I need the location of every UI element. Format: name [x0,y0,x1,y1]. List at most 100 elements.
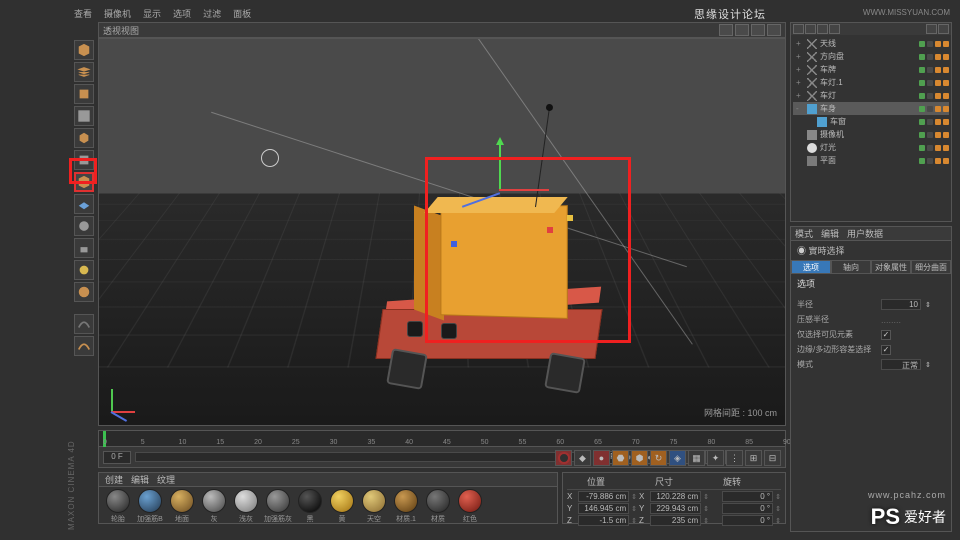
watermark-url: WWW.MISSYUAN.COM [863,8,950,17]
material-灰[interactable]: 灰 [199,489,229,524]
material-地面[interactable]: 地面 [167,489,197,524]
key-opt3[interactable]: ⊞ [745,450,762,466]
tick: 40 [405,439,413,446]
attr-edit[interactable]: 编辑 [821,227,839,240]
attr-tab-opts[interactable]: 选项 [791,260,831,274]
attr-section: 选项 [791,274,951,293]
material-manager: 创建 编辑 纹理 轮胎加强筋B地面灰浅灰加强筋灰黑黄天空材质.1材质红色 [98,472,558,524]
attr-边缘/多边形容差选择: 边缘/多边形容差选择✓ [797,342,945,357]
record-icons: ◆ ● ⬣ ⬢ ↻ ◈ ▦ ✦ ⋮ ⊞ ⊟ [555,450,781,466]
key-rot[interactable]: ↻ [650,450,667,466]
tool-plane[interactable] [74,194,94,214]
tick: 30 [330,439,338,446]
menu-camera[interactable]: 摄像机 [104,7,131,20]
vp-nav-3[interactable] [751,24,765,36]
timeline-ruler[interactable]: 051015202530354045505560657075808590 [99,431,785,447]
vp-nav-1[interactable] [719,24,733,36]
obj-btn[interactable] [805,24,816,34]
key-scale[interactable]: ⬢ [631,450,648,466]
attr-tab-axis[interactable]: 轴向 [831,260,871,274]
tick: 20 [254,439,262,446]
key-pla[interactable]: ▦ [688,450,705,466]
material-轮胎[interactable]: 轮胎 [103,489,133,524]
viewport-label: 透视视图 [103,24,139,37]
material-黄[interactable]: 黄 [327,489,357,524]
coordinates-panel: 位置 尺寸 旋转 X-79.886 cm⇕X120.228 cm⇕0 °⇕Y14… [562,472,786,524]
obj-方向盘[interactable]: +方向盘 [793,50,949,63]
highlight-box-tool [69,158,97,184]
tool-layers[interactable] [74,62,94,82]
watermark-pcahz: www.pcahz.com [868,490,946,500]
obj-车窗[interactable]: 车窗 [793,115,949,128]
object-manager: +天线+方向盘+车牌+车灯.1+车灯-车身车窗摄像机灯光平面 [790,22,952,222]
tool-primitive[interactable] [74,84,94,104]
tool-grid[interactable] [74,106,94,126]
attr-mode[interactable]: 模式 [795,227,813,240]
material-黑[interactable]: 黑 [295,489,325,524]
key-opt2[interactable]: ⋮ [726,450,743,466]
obj-车牌[interactable]: +车牌 [793,63,949,76]
obj-btn[interactable] [829,24,840,34]
tick: 35 [367,439,375,446]
obj-车身[interactable]: -车身 [793,102,949,115]
obj-摄像机[interactable]: 摄像机 [793,128,949,141]
menu-options[interactable]: 选项 [173,7,191,20]
obj-search[interactable] [926,24,937,34]
menu-panel[interactable]: 面板 [233,7,251,20]
obj-btn[interactable] [793,24,804,34]
material-加强筋灰[interactable]: 加强筋灰 [263,489,293,524]
menu-view[interactable]: 查看 [74,7,92,20]
tick: 50 [481,439,489,446]
key-opt4[interactable]: ⊟ [764,450,781,466]
tool-object[interactable] [74,128,94,148]
attribute-manager: 模式 编辑 用户数据 ◉ 實時选择 选项 轴向 对象属性 细分曲面 选项 半径1… [790,226,952,532]
mat-tab-create[interactable]: 创建 [105,473,123,486]
obj-灯光[interactable]: 灯光 [793,141,949,154]
obj-天线[interactable]: +天线 [793,37,949,50]
material-加强筋B[interactable]: 加强筋B [135,489,165,524]
mat-tab-edit[interactable]: 编辑 [131,473,149,486]
attr-tab-sds[interactable]: 细分曲面 [911,260,951,274]
tick: 60 [556,439,564,446]
vp-nav-2[interactable] [735,24,749,36]
tick: 80 [707,439,715,446]
tool-lock[interactable] [74,238,94,258]
coord-h-rot: 旋转 [723,475,741,488]
key-pos[interactable]: ⬣ [612,450,629,466]
obj-车灯.1[interactable]: +车灯.1 [793,76,949,89]
tool-cube[interactable] [74,40,94,60]
mat-tab-tex[interactable]: 纹理 [157,473,175,486]
obj-btn[interactable] [817,24,828,34]
coord-row-Y: Y146.945 cm⇕Y229.943 cm⇕0 °⇕ [567,503,781,514]
attr-模式: 模式正常⇕ [797,357,945,372]
tool-sweep1[interactable] [74,314,94,334]
tool-snap[interactable] [74,216,94,236]
tick: 65 [594,439,602,446]
obj-平面[interactable]: 平面 [793,154,949,167]
menu-filter[interactable]: 过滤 [203,7,221,20]
menu-display[interactable]: 显示 [143,7,161,20]
material-材质.1[interactable]: 材质.1 [391,489,421,524]
rec-auto[interactable]: ● [593,450,610,466]
viewport-3d[interactable]: 网格间距 : 100 cm [98,38,786,426]
material-材质[interactable]: 材质 [423,489,453,524]
material-天空[interactable]: 天空 [359,489,389,524]
material-浅灰[interactable]: 浅灰 [231,489,261,524]
tool-coin[interactable] [74,260,94,280]
key-param[interactable]: ◈ [669,450,686,466]
tool-world[interactable] [74,282,94,302]
tick: 85 [745,439,753,446]
attr-user[interactable]: 用户数据 [847,227,883,240]
attr-tab-obj[interactable]: 对象属性 [871,260,911,274]
rec-key[interactable]: ◆ [574,450,591,466]
tool-sweep2[interactable] [74,336,94,356]
key-opt1[interactable]: ✦ [707,450,724,466]
material-红色[interactable]: 红色 [455,489,485,524]
obj-车灯[interactable]: +车灯 [793,89,949,102]
coord-h-pos: 位置 [587,475,605,488]
obj-filter[interactable] [938,24,949,34]
frame-start[interactable]: 0 F [103,451,131,464]
coord-row-Z: Z-1.5 cm⇕Z235 cm⇕0 °⇕ [567,515,781,526]
vp-nav-4[interactable] [767,24,781,36]
rec-stop[interactable] [555,450,572,466]
